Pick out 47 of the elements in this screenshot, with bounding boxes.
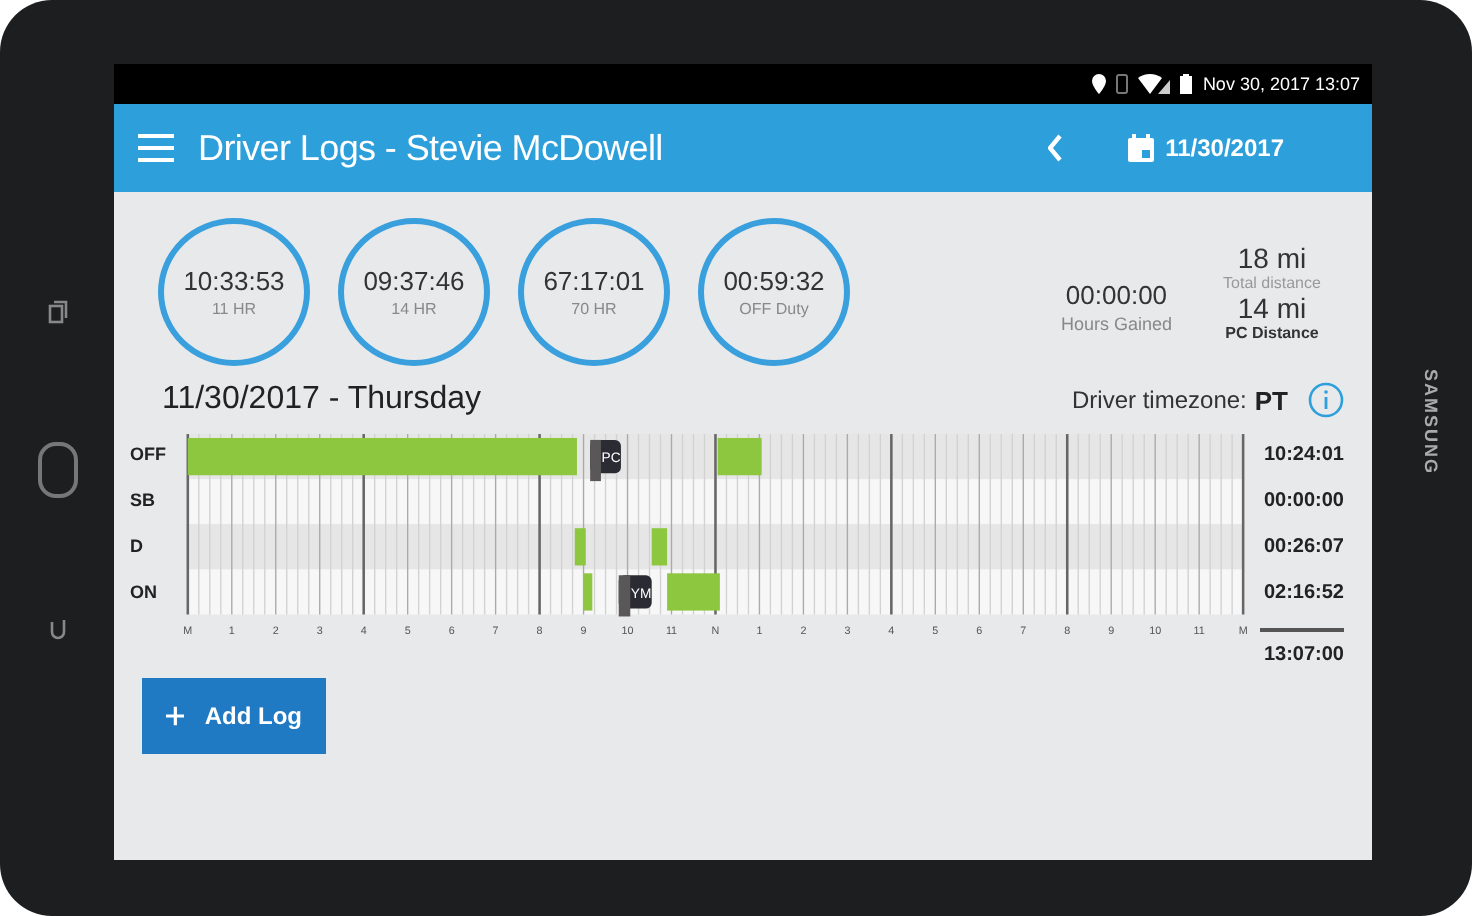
status-row-label: OFF [130, 442, 168, 468]
day-title: 11/30/2017 - Thursday [162, 382, 484, 418]
timer-value: 10:33:53 [183, 266, 285, 296]
home-button[interactable] [37, 442, 77, 498]
device-brand-label: SAMSUNG [1421, 369, 1441, 475]
distance-value: 18 mi [1237, 242, 1307, 274]
distance-label: PC Distance [1225, 324, 1319, 342]
status-total: 10:24:01 [1263, 442, 1344, 470]
status-total: 00:00:00 [1263, 488, 1344, 516]
status-row-label: SB [130, 488, 158, 514]
app-bar-date[interactable]: 11/30/2017 [1165, 134, 1284, 162]
distance-label: Total distance [1223, 274, 1321, 292]
duty-status-bar [582, 573, 592, 611]
plus-icon [166, 702, 185, 730]
timer-value: 00:59:32 [723, 266, 825, 296]
distance-value: 14 mi [1237, 292, 1307, 324]
back-key-icon[interactable] [47, 616, 67, 640]
timer-value: 09:37:46 [363, 266, 465, 296]
timer-label: 11 HR [211, 300, 257, 318]
timer-label: OFF Duty [739, 300, 809, 318]
timer-value: 67:17:01 [543, 266, 645, 296]
timer-label: 70 HR [571, 300, 617, 318]
app-title: Driver Logs - Stevie McDowell [198, 127, 665, 169]
recent-apps-icon[interactable] [47, 300, 67, 324]
status-total: 02:16:52 [1263, 580, 1344, 608]
status-total: 00:26:07 [1263, 534, 1344, 562]
vibrate-icon [1116, 74, 1129, 94]
add-log-button[interactable]: Add Log [142, 678, 326, 754]
hours-gained-value: 00:00:00 [1065, 279, 1168, 309]
location-icon [1092, 74, 1107, 94]
info-icon[interactable] [1308, 382, 1344, 418]
timezone-label: Driver timezone: [1072, 386, 1247, 414]
duty-status-bar [666, 573, 719, 611]
battery-icon [1180, 74, 1193, 94]
wifi-signal-icon [1138, 74, 1171, 94]
menu-icon[interactable] [138, 134, 174, 162]
status-datetime: Nov 30, 2017 13:07 [1202, 74, 1360, 94]
calendar-icon[interactable] [1127, 134, 1154, 162]
grand-total: 13:07:00 [1263, 644, 1344, 666]
duty-status-bar [573, 528, 585, 566]
duty-status-bar [716, 437, 761, 476]
timezone-value: PT [1254, 385, 1288, 415]
timer-label: 14 HR [391, 300, 437, 318]
previous-day-icon[interactable] [1047, 134, 1064, 162]
status-row-label: ON [130, 580, 159, 606]
hours-gained-label: Hours Gained [1060, 313, 1172, 333]
status-row-label: D [130, 534, 145, 560]
